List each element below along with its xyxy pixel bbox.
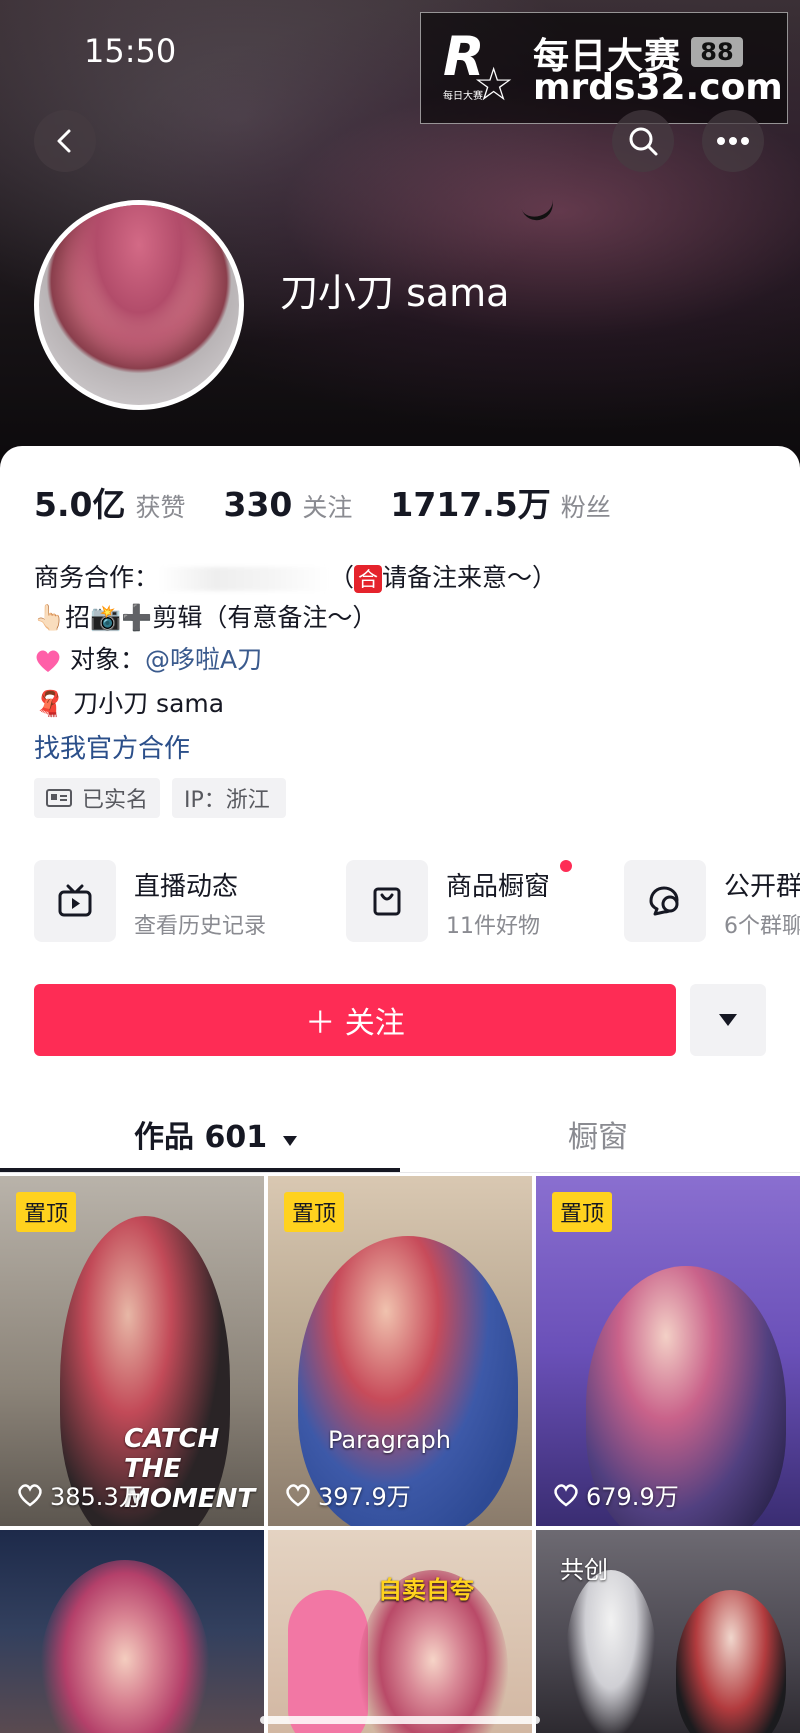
service-shop-subtitle: 11件好物: [446, 914, 540, 939]
scarf-icon: 🧣: [34, 689, 66, 718]
service-groups-title: 公开群: [724, 872, 800, 902]
pinned-badge: 置顶: [552, 1192, 613, 1232]
profile-stats: 5.0亿 获赞 330 关注 1717.5万 粉丝: [34, 478, 649, 526]
pink-heart-icon: [36, 650, 60, 672]
video-likes: 397.9万: [284, 1477, 411, 1512]
bio-business-label: 商务合作：: [34, 563, 160, 592]
ip-location-chip: IP：浙江: [172, 778, 286, 818]
status-time: 15:50: [84, 32, 177, 70]
official-cooperation-link[interactable]: 找我官方合作: [34, 728, 190, 765]
service-shop-window[interactable]: 商品橱窗 11件好物: [346, 860, 576, 942]
service-live-subtitle: 查看历史记录: [134, 914, 267, 939]
ip-location-label: IP：浙江: [184, 788, 270, 813]
video-thumbnail[interactable]: 置顶 679.9万: [536, 1176, 800, 1526]
caret-down-icon: [282, 1136, 297, 1146]
heart-outline-icon: [286, 1483, 310, 1507]
camera-icon: 📸: [90, 603, 122, 632]
pinned-badge: 置顶: [16, 1192, 77, 1232]
watermark-logo-sub: 每日大赛: [443, 91, 483, 102]
home-indicator: [260, 1716, 540, 1724]
video-likes-count: 679.9万: [586, 1483, 679, 1511]
service-live-title: 直播动态: [134, 872, 239, 902]
shopping-bag-icon: [346, 860, 428, 942]
partner-mention-link[interactable]: @哆啦A刀: [145, 645, 262, 674]
tab-divider: [0, 1172, 800, 1173]
bio-alt-name: 刀小刀 sama: [73, 689, 225, 718]
pinned-badge: 置顶: [284, 1192, 345, 1232]
chat-bubbles-icon: [624, 860, 706, 942]
tab-shop-window[interactable]: 橱窗: [568, 1112, 628, 1156]
follow-button[interactable]: ＋ 关注: [34, 984, 676, 1056]
video-thumbnail[interactable]: CATCH THE MOMENT 置顶 385.3万: [0, 1176, 264, 1526]
more-button[interactable]: [702, 110, 764, 172]
pointing-hand-icon: 👆🏻: [34, 603, 66, 632]
thumbnail-image: [676, 1590, 786, 1733]
username: 刀小刀 sama: [280, 271, 510, 315]
notification-dot: [560, 860, 572, 872]
service-shop-title: 商品橱窗: [446, 872, 551, 902]
video-likes-count: 397.9万: [318, 1483, 411, 1511]
tab-works-label: 作品 601: [134, 1120, 268, 1155]
redacted-contact: [159, 567, 330, 591]
bio-recruit-label: 招: [65, 603, 91, 632]
avatar-image: [39, 205, 239, 405]
bio-line-partner: 对象：@哆啦A刀: [34, 640, 262, 676]
video-likes: 679.9万: [552, 1477, 679, 1512]
likes-count: 5.0亿: [34, 485, 126, 524]
thumbnail-image: [40, 1560, 210, 1733]
video-likes: 385.3万: [16, 1477, 143, 1512]
thumbnail-prop: [288, 1590, 368, 1733]
he-tag-icon: 合: [354, 565, 383, 593]
back-button[interactable]: [34, 110, 96, 172]
thumbnail-image: [566, 1570, 656, 1733]
following-label[interactable]: 关注: [302, 488, 352, 524]
bio-line-recruit: 👆🏻招📸➕剪辑（有意备注～）: [34, 598, 377, 634]
bio-line-business: 商务合作： （合请备注来意～）: [34, 558, 557, 594]
moon-decoration: [519, 191, 557, 225]
video-likes-count: 385.3万: [50, 1483, 143, 1511]
following-count[interactable]: 330: [223, 485, 292, 524]
search-button[interactable]: [612, 110, 674, 172]
watermark-badge: 88: [691, 37, 743, 67]
service-live-history[interactable]: 直播动态 查看历史记录: [34, 860, 294, 942]
video-overlay-text: CATCH THE MOMENT: [124, 1424, 256, 1514]
video-overlay-text: Paragraph: [328, 1426, 451, 1454]
heart-outline-icon: [18, 1483, 42, 1507]
verified-label: 已实名: [82, 788, 149, 813]
followers-count[interactable]: 1717.5万: [390, 478, 550, 526]
followers-label[interactable]: 粉丝: [561, 488, 611, 524]
id-card-icon: [46, 789, 72, 807]
bio-line-name: 🧣 刀小刀 sama: [34, 684, 224, 720]
triangle-down-icon: [719, 1014, 737, 1026]
video-overlay-text: 自卖自夸: [378, 1576, 474, 1604]
verified-chip: 已实名: [34, 778, 160, 818]
video-thumbnail[interactable]: 共创: [536, 1530, 800, 1733]
bio-recruit-note: ➕剪辑（有意备注～）: [121, 603, 378, 632]
video-thumbnail[interactable]: Paragraph 置顶 397.9万: [268, 1176, 532, 1526]
cocreate-label: 共创: [560, 1556, 608, 1584]
chevron-left-icon: [57, 129, 71, 153]
watermark: R ☆ 每日大赛 每日大赛 88 mrds32.com: [420, 12, 788, 124]
bio-paren-open: （: [329, 563, 355, 592]
likes-label: 获赞: [135, 493, 186, 522]
avatar[interactable]: [34, 200, 244, 410]
video-grid: CATCH THE MOMENT 置顶 385.3万 Paragraph 置顶 …: [0, 1176, 800, 1733]
live-tv-icon: [34, 860, 116, 942]
heart-outline-icon: [554, 1483, 578, 1507]
watermark-url: mrds32.com: [533, 67, 783, 108]
more-actions-dropdown[interactable]: [690, 984, 766, 1056]
tab-works[interactable]: 作品 601: [134, 1112, 298, 1156]
bio-partner-label: 对象：: [69, 645, 145, 674]
watermark-star-icon: ☆: [473, 57, 515, 111]
bio-business-note: 请备注来意～）: [382, 563, 558, 592]
service-groups-subtitle: 6个群聊: [724, 914, 800, 939]
video-thumbnail[interactable]: [0, 1530, 264, 1733]
service-public-groups[interactable]: 公开群 6个群聊: [624, 860, 800, 942]
more-dots-icon: [717, 137, 749, 145]
video-thumbnail[interactable]: 自卖自夸: [268, 1530, 532, 1733]
search-icon: [629, 127, 658, 156]
